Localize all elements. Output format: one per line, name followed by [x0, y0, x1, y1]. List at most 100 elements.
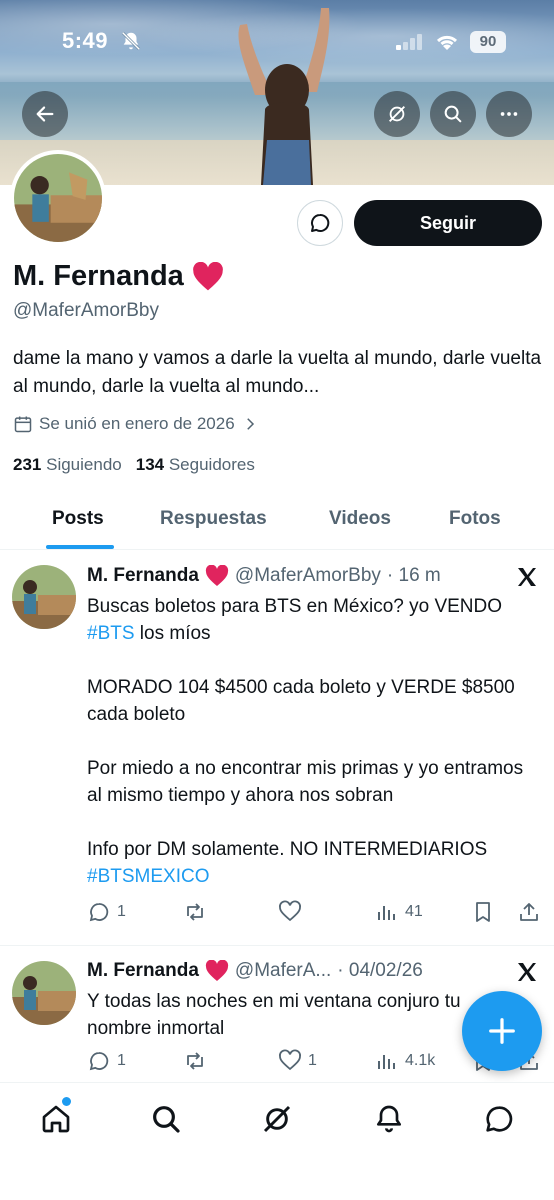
- repost-icon: [187, 903, 203, 921]
- battery-indicator: 90: [470, 31, 506, 53]
- heart-outline-icon: [279, 1049, 301, 1071]
- avatar-photo: [12, 565, 76, 629]
- chat-bubble-icon: [486, 1106, 513, 1132]
- view-count: 41: [405, 903, 423, 920]
- compose-post-button[interactable]: [462, 991, 542, 1071]
- reply-icon: [89, 903, 109, 922]
- nav-home[interactable]: [38, 1101, 74, 1137]
- red-heart-icon: [205, 960, 229, 981]
- views-button[interactable]: 4.1k: [375, 1049, 435, 1073]
- reply-count: 1: [117, 1052, 126, 1069]
- more-horizontal-icon: [500, 112, 518, 116]
- wifi-icon: [436, 35, 458, 50]
- reply-count: 1: [117, 903, 126, 920]
- notification-dot: [62, 1097, 71, 1106]
- post-text-line: Buscas boletos para BTS en México? yo VE…: [87, 596, 503, 617]
- profile-avatar[interactable]: [10, 150, 106, 246]
- share-button[interactable]: [517, 900, 541, 924]
- more-button[interactable]: [486, 91, 532, 137]
- post-author-name[interactable]: M. Fernanda: [87, 565, 199, 587]
- signal-icon: [396, 34, 422, 50]
- post-author-handle[interactable]: @MaferAmorBby: [235, 565, 381, 587]
- grok-button[interactable]: [374, 91, 420, 137]
- x-logo-icon[interactable]: [515, 565, 539, 589]
- following-label: Siguiendo: [46, 455, 122, 474]
- like-button[interactable]: [278, 900, 308, 924]
- bell-muted-icon: [121, 31, 141, 51]
- x-logo-icon[interactable]: [515, 960, 539, 984]
- following-link[interactable]: 231 Siguiendo: [13, 455, 122, 475]
- home-icon: [42, 1105, 70, 1133]
- followers-link[interactable]: 134 Seguidores: [136, 455, 255, 475]
- post-text-paragraph: Info por DM solamente. NO INTERMEDIARIOS: [87, 839, 488, 860]
- analytics-icon: [378, 906, 395, 920]
- post-author-handle[interactable]: @MaferA...: [235, 960, 331, 982]
- hashtag-link[interactable]: #BTS: [87, 623, 135, 644]
- views-button[interactable]: 41: [375, 900, 423, 924]
- post-avatar[interactable]: [12, 565, 76, 629]
- nav-notifications[interactable]: [371, 1101, 407, 1137]
- profile-bio: dame la mano y vamos a darle la vuelta a…: [13, 348, 542, 397]
- bookmark-icon: [476, 902, 490, 922]
- avatar-photo: [14, 154, 102, 242]
- profile-name: M. Fernanda: [13, 260, 184, 292]
- post-text-line: los míos: [134, 623, 211, 644]
- arrow-left-icon: [36, 106, 54, 122]
- repost-button[interactable]: [183, 1049, 207, 1073]
- share-icon: [520, 903, 538, 921]
- post-time: · 16 m: [386, 565, 441, 586]
- bookmark-button[interactable]: [471, 900, 495, 924]
- search-icon: [444, 105, 462, 123]
- analytics-icon: [378, 1055, 395, 1069]
- post-avatar[interactable]: [12, 961, 76, 1025]
- joined-date-row[interactable]: Se unió en enero de 2026: [13, 414, 259, 434]
- nav-search[interactable]: [148, 1101, 184, 1137]
- like-button[interactable]: 1: [278, 1049, 317, 1073]
- tab-respuestas[interactable]: Respuestas: [160, 508, 267, 530]
- tab-posts[interactable]: Posts: [52, 508, 104, 530]
- message-button[interactable]: [297, 200, 343, 246]
- profile-handle: @MaferAmorBby: [13, 300, 159, 321]
- status-bar: 5:49 90: [0, 28, 554, 58]
- search-icon: [153, 1106, 180, 1133]
- follow-button[interactable]: Seguir: [354, 200, 542, 246]
- chevron-right-icon: [246, 418, 254, 430]
- tab-fotos[interactable]: Fotos: [449, 508, 501, 530]
- followers-count: 134: [135, 455, 165, 474]
- tab-videos[interactable]: Videos: [329, 508, 391, 530]
- red-heart-icon: [205, 565, 229, 586]
- nav-grok[interactable]: [259, 1101, 295, 1137]
- bell-icon: [377, 1105, 401, 1133]
- bottom-navigation: [0, 1082, 554, 1200]
- post-actions: 1 41: [87, 900, 547, 928]
- chat-bubble-icon: [311, 213, 330, 232]
- grok-icon: [263, 1105, 291, 1133]
- post-author-name[interactable]: M. Fernanda: [87, 960, 199, 982]
- nav-messages[interactable]: [481, 1101, 517, 1137]
- joined-date: Se unió en enero de 2026: [39, 414, 235, 433]
- post-item[interactable]: M. Fernanda @MaferAmorBby · 16 m Buscas …: [0, 551, 554, 945]
- grok-icon: [389, 106, 405, 122]
- heart-outline-icon: [279, 900, 301, 922]
- like-count: 1: [308, 1052, 317, 1069]
- post-text-paragraph: MORADO 104 $4500 cada boleto y VERDE $85…: [87, 677, 515, 725]
- followers-label: Seguidores: [168, 455, 255, 474]
- active-tab-indicator: [46, 545, 114, 549]
- following-count: 231: [13, 455, 42, 474]
- search-button[interactable]: [430, 91, 476, 137]
- back-button[interactable]: [22, 91, 68, 137]
- post-text: Buscas boletos para BTS en México? yo VE…: [87, 593, 537, 890]
- reply-button[interactable]: 1: [87, 1049, 126, 1073]
- red-heart-icon: [192, 261, 223, 290]
- repost-icon: [187, 1052, 203, 1070]
- hashtag-link[interactable]: #BTSMEXICO: [87, 866, 209, 887]
- reply-button[interactable]: 1: [87, 900, 126, 924]
- post-header: M. Fernanda @MaferAmorBby · 16 m: [87, 565, 441, 587]
- follow-stats: 231 Siguiendo 134 Seguidores: [13, 455, 255, 475]
- avatar-photo: [12, 961, 76, 1025]
- repost-button[interactable]: [183, 900, 207, 924]
- view-count: 4.1k: [405, 1052, 436, 1069]
- reply-icon: [89, 1052, 109, 1071]
- profile-tabs: Posts Respuestas Videos Fotos: [0, 492, 554, 550]
- profile-name-row: M. Fernanda: [13, 260, 224, 293]
